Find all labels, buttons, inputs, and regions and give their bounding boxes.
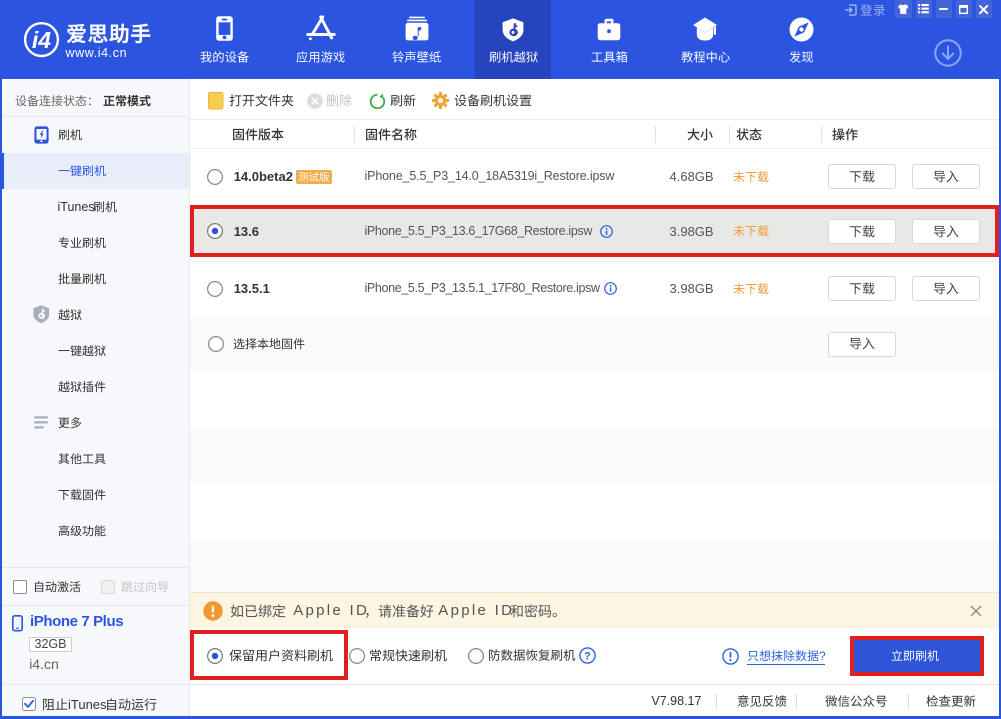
svg-text:?: ? (584, 650, 591, 662)
svg-text:i4: i4 (32, 27, 51, 53)
